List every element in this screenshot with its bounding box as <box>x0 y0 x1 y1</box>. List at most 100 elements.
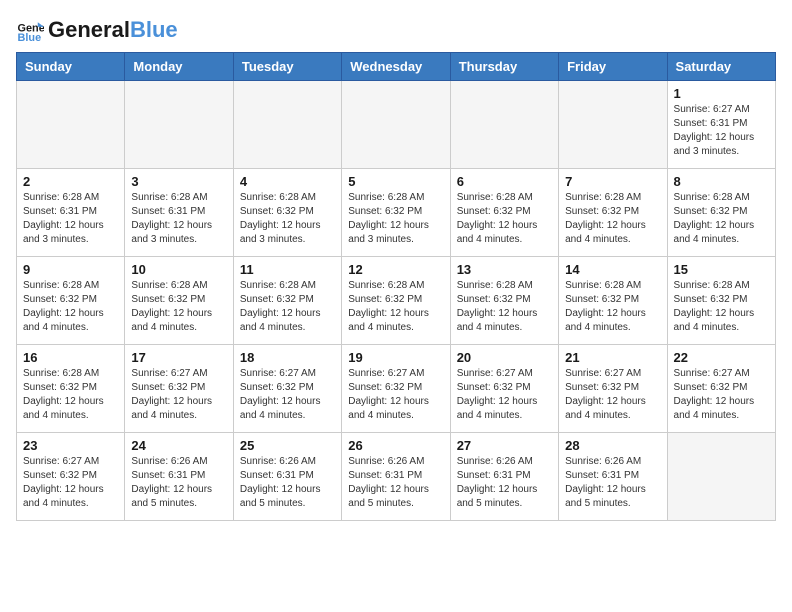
calendar-cell: 10 Sunrise: 6:28 AMSunset: 6:32 PMDayligh… <box>125 257 233 345</box>
calendar-cell: 27 Sunrise: 6:26 AMSunset: 6:31 PMDayligh… <box>450 433 558 521</box>
day-number: 2 <box>23 174 118 189</box>
day-info: Sunrise: 6:28 AMSunset: 6:32 PMDaylight:… <box>457 191 552 247</box>
calendar-week-4: 16 Sunrise: 6:28 AMSunset: 6:32 PMDayligh… <box>17 345 776 433</box>
logo-icon: General Blue <box>16 16 44 44</box>
header-sunday: Sunday <box>17 53 125 81</box>
calendar-cell: 4Sunrise: 6:28 AMSunset: 6:32 PMDaylight… <box>233 169 341 257</box>
header-tuesday: Tuesday <box>233 53 341 81</box>
day-info: Sunrise: 6:27 AMSunset: 6:32 PMDaylight:… <box>457 367 552 423</box>
day-info: Sunrise: 6:28 AMSunset: 6:31 PMDaylight:… <box>23 191 118 247</box>
calendar-cell: 17Sunrise: 6:27 AMSunset: 6:32 PMDayligh… <box>125 345 233 433</box>
calendar-cell: 20 Sunrise: 6:27 AMSunset: 6:32 PMDayligh… <box>450 345 558 433</box>
day-number: 3 <box>131 174 226 189</box>
day-info: Sunrise: 6:28 AMSunset: 6:32 PMDaylight:… <box>240 279 335 335</box>
day-number: 11 <box>240 262 335 277</box>
calendar-week-3: 9 Sunrise: 6:28 AMSunset: 6:32 PMDaylight… <box>17 257 776 345</box>
calendar-cell <box>233 81 341 169</box>
day-number: 28 <box>565 438 660 453</box>
day-number: 24 <box>131 438 226 453</box>
header-thursday: Thursday <box>450 53 558 81</box>
day-info: Sunrise: 6:27 AMSunset: 6:32 PMDaylight:… <box>565 367 660 423</box>
calendar-cell: 25 Sunrise: 6:26 AMSunset: 6:31 PMDayligh… <box>233 433 341 521</box>
calendar-table: SundayMondayTuesdayWednesdayThursdayFrid… <box>16 52 776 521</box>
calendar-cell <box>450 81 558 169</box>
day-number: 16 <box>23 350 118 365</box>
day-info: Sunrise: 6:28 AMSunset: 6:32 PMDaylight:… <box>131 279 226 335</box>
calendar-cell: 3 Sunrise: 6:28 AMSunset: 6:31 PMDaylight… <box>125 169 233 257</box>
day-number: 18 <box>240 350 335 365</box>
calendar-week-1: 1 Sunrise: 6:27 AMSunset: 6:31 PMDaylight… <box>17 81 776 169</box>
calendar-cell <box>342 81 450 169</box>
calendar-cell: 23Sunrise: 6:27 AMSunset: 6:32 PMDayligh… <box>17 433 125 521</box>
day-number: 6 <box>457 174 552 189</box>
day-number: 14 <box>565 262 660 277</box>
calendar-week-2: 2 Sunrise: 6:28 AMSunset: 6:31 PMDaylight… <box>17 169 776 257</box>
calendar-header-row: SundayMondayTuesdayWednesdayThursdayFrid… <box>17 53 776 81</box>
calendar-cell: 24 Sunrise: 6:26 AMSunset: 6:31 PMDayligh… <box>125 433 233 521</box>
svg-text:Blue: Blue <box>18 32 42 44</box>
calendar-cell: 19 Sunrise: 6:27 AMSunset: 6:32 PMDayligh… <box>342 345 450 433</box>
calendar-cell <box>125 81 233 169</box>
day-info: Sunrise: 6:26 AMSunset: 6:31 PMDaylight:… <box>565 455 660 511</box>
day-info: Sunrise: 6:28 AMSunset: 6:32 PMDaylight:… <box>565 279 660 335</box>
day-number: 19 <box>348 350 443 365</box>
day-number: 25 <box>240 438 335 453</box>
day-number: 5 <box>348 174 443 189</box>
logo: General Blue GeneralBlue <box>16 16 178 44</box>
day-number: 8 <box>674 174 769 189</box>
day-info: Sunrise: 6:27 AMSunset: 6:32 PMDaylight:… <box>348 367 443 423</box>
day-number: 20 <box>457 350 552 365</box>
day-number: 1 <box>674 86 769 101</box>
day-info: Sunrise: 6:28 AMSunset: 6:32 PMDaylight:… <box>565 191 660 247</box>
calendar-cell <box>559 81 667 169</box>
header-saturday: Saturday <box>667 53 775 81</box>
page-header: General Blue GeneralBlue <box>16 16 776 44</box>
day-info: Sunrise: 6:26 AMSunset: 6:31 PMDaylight:… <box>131 455 226 511</box>
day-info: Sunrise: 6:26 AMSunset: 6:31 PMDaylight:… <box>457 455 552 511</box>
calendar-cell: 18Sunrise: 6:27 AMSunset: 6:32 PMDayligh… <box>233 345 341 433</box>
calendar-cell <box>17 81 125 169</box>
calendar-cell: 12Sunrise: 6:28 AMSunset: 6:32 PMDayligh… <box>342 257 450 345</box>
header-monday: Monday <box>125 53 233 81</box>
calendar-cell: 28 Sunrise: 6:26 AMSunset: 6:31 PMDayligh… <box>559 433 667 521</box>
calendar-cell: 14 Sunrise: 6:28 AMSunset: 6:32 PMDayligh… <box>559 257 667 345</box>
day-number: 27 <box>457 438 552 453</box>
day-info: Sunrise: 6:28 AMSunset: 6:32 PMDaylight:… <box>457 279 552 335</box>
day-number: 10 <box>131 262 226 277</box>
calendar-cell: 22Sunrise: 6:27 AMSunset: 6:32 PMDayligh… <box>667 345 775 433</box>
day-number: 4 <box>240 174 335 189</box>
calendar-cell: 9 Sunrise: 6:28 AMSunset: 6:32 PMDaylight… <box>17 257 125 345</box>
day-info: Sunrise: 6:28 AMSunset: 6:32 PMDaylight:… <box>674 279 769 335</box>
calendar-week-5: 23Sunrise: 6:27 AMSunset: 6:32 PMDayligh… <box>17 433 776 521</box>
day-number: 21 <box>565 350 660 365</box>
calendar-cell: 26 Sunrise: 6:26 AMSunset: 6:31 PMDayligh… <box>342 433 450 521</box>
logo-line2: Blue <box>130 17 178 42</box>
calendar-cell: 1 Sunrise: 6:27 AMSunset: 6:31 PMDaylight… <box>667 81 775 169</box>
calendar-cell <box>667 433 775 521</box>
day-info: Sunrise: 6:26 AMSunset: 6:31 PMDaylight:… <box>240 455 335 511</box>
day-number: 7 <box>565 174 660 189</box>
day-info: Sunrise: 6:28 AMSunset: 6:31 PMDaylight:… <box>131 191 226 247</box>
calendar-cell: 7 Sunrise: 6:28 AMSunset: 6:32 PMDaylight… <box>559 169 667 257</box>
day-number: 13 <box>457 262 552 277</box>
calendar-cell: 11 Sunrise: 6:28 AMSunset: 6:32 PMDayligh… <box>233 257 341 345</box>
calendar-cell: 21 Sunrise: 6:27 AMSunset: 6:32 PMDayligh… <box>559 345 667 433</box>
day-info: Sunrise: 6:26 AMSunset: 6:31 PMDaylight:… <box>348 455 443 511</box>
day-number: 26 <box>348 438 443 453</box>
day-number: 15 <box>674 262 769 277</box>
calendar-cell: 15 Sunrise: 6:28 AMSunset: 6:32 PMDayligh… <box>667 257 775 345</box>
day-info: Sunrise: 6:28 AMSunset: 6:32 PMDaylight:… <box>348 191 443 247</box>
day-info: Sunrise: 6:28 AMSunset: 6:32 PMDaylight:… <box>23 367 118 423</box>
calendar-cell: 6 Sunrise: 6:28 AMSunset: 6:32 PMDaylight… <box>450 169 558 257</box>
day-number: 17 <box>131 350 226 365</box>
calendar-cell: 8Sunrise: 6:28 AMSunset: 6:32 PMDaylight… <box>667 169 775 257</box>
header-wednesday: Wednesday <box>342 53 450 81</box>
day-number: 12 <box>348 262 443 277</box>
day-number: 9 <box>23 262 118 277</box>
day-info: Sunrise: 6:28 AMSunset: 6:32 PMDaylight:… <box>23 279 118 335</box>
calendar-cell: 16 Sunrise: 6:28 AMSunset: 6:32 PMDayligh… <box>17 345 125 433</box>
day-info: Sunrise: 6:27 AMSunset: 6:32 PMDaylight:… <box>674 367 769 423</box>
day-number: 23 <box>23 438 118 453</box>
day-info: Sunrise: 6:27 AMSunset: 6:31 PMDaylight:… <box>674 103 769 159</box>
calendar-cell: 13 Sunrise: 6:28 AMSunset: 6:32 PMDayligh… <box>450 257 558 345</box>
